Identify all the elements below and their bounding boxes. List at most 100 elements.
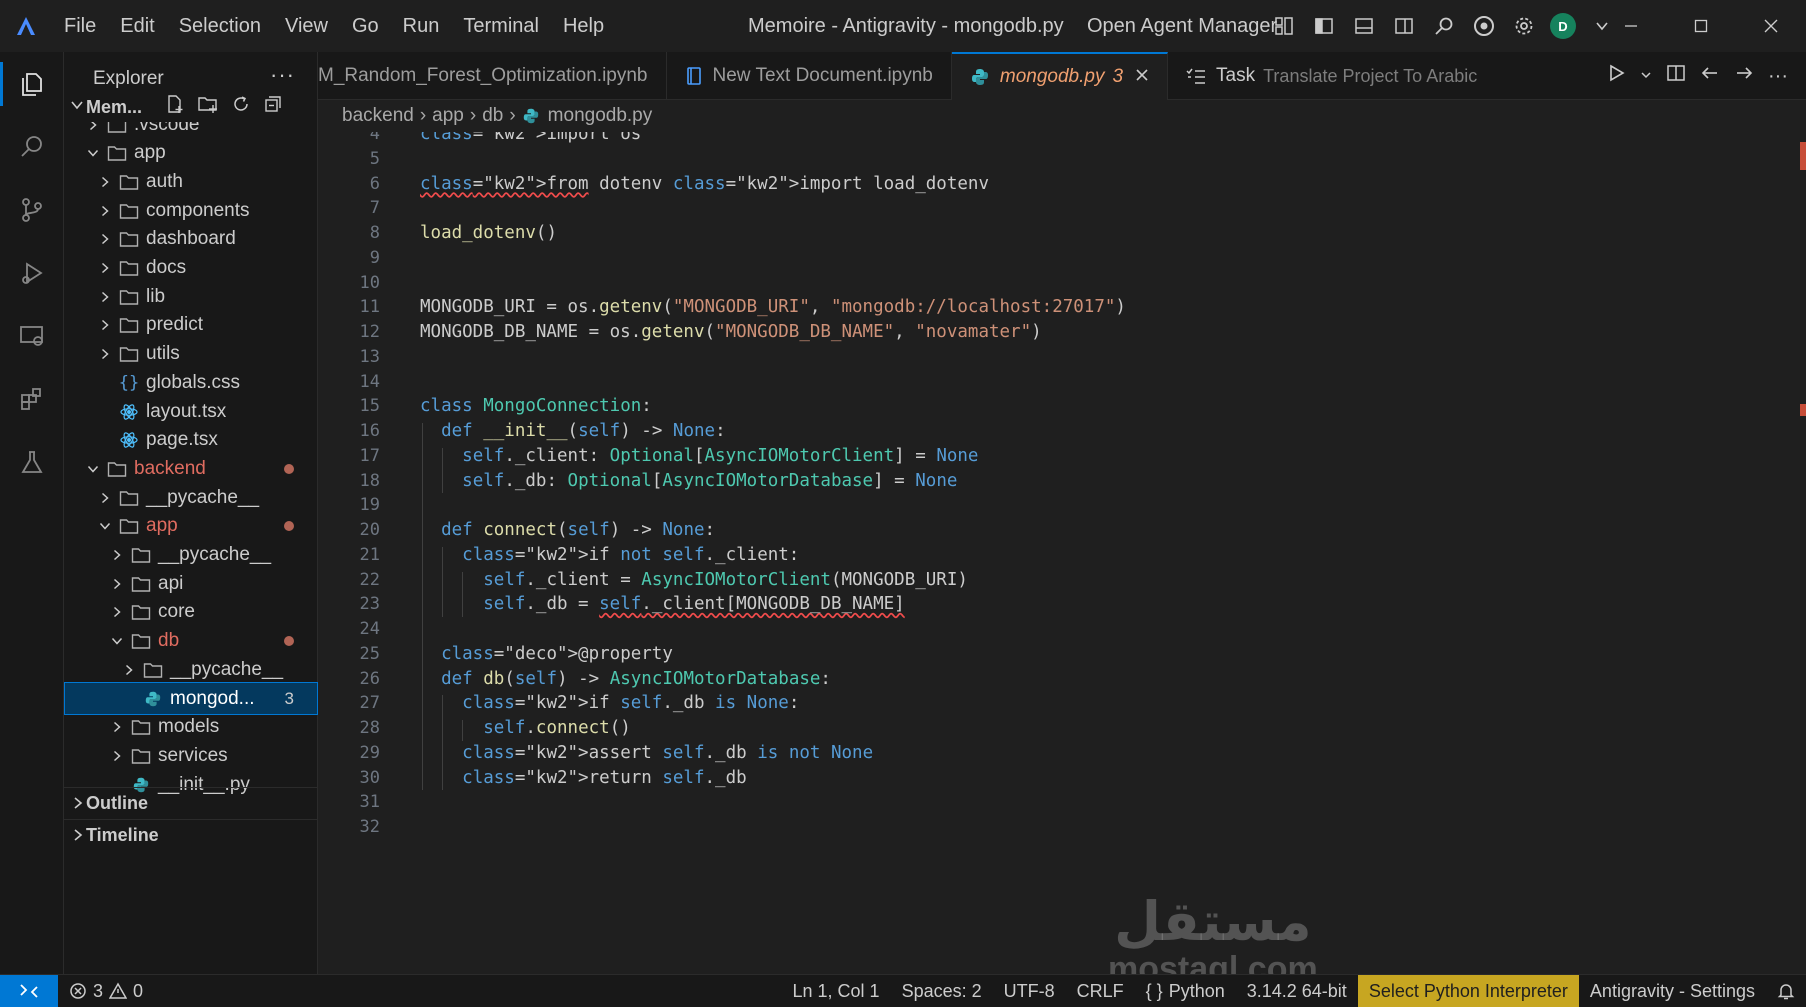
close-window-button[interactable] [1736,0,1806,52]
code-line[interactable]: self._db = self._client[MONGODB_DB_NAME] [420,594,904,614]
chevron-right-icon [96,319,114,331]
folder-icon [118,345,140,363]
more-actions-icon[interactable]: ··· [270,62,295,88]
cursor-position[interactable]: Ln 1, Col 1 [782,975,891,1007]
navigate-forward-icon[interactable] [1734,63,1754,89]
menu-terminal[interactable]: Terminal [451,0,551,52]
code-line[interactable]: def db(self) -> AsyncIOMotorDatabase: [420,669,831,689]
tab-new-text-document[interactable]: New Text Document.ipynb [667,52,952,100]
explorer-icon[interactable] [0,52,64,115]
chrome-icon[interactable] [1470,12,1498,40]
minimize-button[interactable] [1596,0,1666,52]
account-avatar[interactable]: D [1550,13,1576,39]
menu-go[interactable]: Go [340,0,391,52]
tree-item-label: __pycache__ [170,658,284,680]
code-line[interactable]: class="deco">@property [420,644,673,664]
antigravity-settings[interactable]: Antigravity - Settings [1579,975,1766,1007]
code-line[interactable]: class MongoConnection: [420,396,652,416]
breadcrumb-file[interactable]: mongodb.py [548,105,653,127]
maximize-button[interactable] [1666,0,1736,52]
indent-guide [462,720,463,741]
code-line[interactable]: self._client = AsyncIOMotorClient(MONGOD… [420,570,968,590]
line-number: 21 [359,544,380,565]
menu-bar: File Edit Selection View Go Run Terminal… [52,0,616,52]
chevron-down-icon[interactable] [1640,65,1652,87]
menu-run[interactable]: Run [391,0,452,52]
python-icon [142,690,164,708]
timeline-section[interactable]: Timeline [64,819,318,851]
testing-beaker-icon[interactable] [0,430,64,493]
menu-edit[interactable]: Edit [108,0,166,52]
python-version[interactable]: 3.14.2 64-bit [1236,975,1358,1007]
breadcrumb-backend[interactable]: backend [342,105,414,127]
run-debug-icon[interactable] [0,241,64,304]
code-line[interactable]: class="kw2">if not self._client: [420,545,799,565]
menu-file[interactable]: File [52,0,108,52]
code-line[interactable]: self.connect() [420,718,631,738]
code-line[interactable]: class="kw2">assert self._db is not None [420,743,873,763]
code-line[interactable]: class="kw2">if self._db is None: [420,693,799,713]
line-number: 8 [369,223,380,243]
breadcrumb-app[interactable]: app [432,105,464,127]
navigate-back-icon[interactable] [1700,63,1720,89]
encoding[interactable]: UTF-8 [993,975,1066,1007]
select-interpreter-button[interactable]: Select Python Interpreter [1357,974,1579,1007]
menu-help[interactable]: Help [551,0,616,52]
split-editor-icon[interactable] [1666,63,1686,89]
close-tab-icon[interactable] [1135,66,1149,88]
extensions-icon[interactable] [0,367,64,430]
explorer-title: Explorer [93,68,164,89]
scrollbar[interactable] [1790,132,1806,974]
code-line[interactable]: def connect(self) -> None: [420,520,715,540]
refresh-icon[interactable] [231,94,251,120]
more-actions-icon[interactable]: ··· [1768,65,1788,88]
mostaql-watermark: مستقل mostaql.com [1108,892,1318,974]
code-line[interactable]: load_dotenv() [420,223,557,243]
line-number: 25 [359,643,380,664]
source-control-icon[interactable] [0,178,64,241]
code-line[interactable]: self._db: Optional[AsyncIOMotorDatabase]… [420,471,957,491]
toggle-primary-sidebar-icon[interactable] [1310,12,1338,40]
menu-selection[interactable]: Selection [167,0,273,52]
notifications-bell-icon[interactable] [1766,982,1806,1000]
language-mode[interactable]: { } Python [1135,975,1236,1007]
code-editor[interactable]: 4 5 6 7 8 9 10 11 12 13 14 15 16 17 18 19 20 21 22 23 24 25 26… [318,132,1806,974]
layout-customize-icon[interactable] [1270,12,1298,40]
toggle-panel-icon[interactable] [1350,12,1378,40]
tree-item-label: predict [146,314,204,336]
code-line[interactable]: def __init__(self) -> None: [420,421,726,441]
tab-task[interactable]: Task Translate Project To Arabic [1168,52,1495,100]
code-line[interactable]: MONGODB_URI = os.getenv("MONGODB_URI", "… [420,297,1126,317]
remote-window-icon[interactable] [0,974,58,1007]
search-icon[interactable] [1430,12,1458,40]
line-number: 14 [359,371,380,392]
search-icon[interactable] [0,115,64,178]
remote-explorer-icon[interactable] [0,304,64,367]
chevron-right-icon [84,122,102,131]
run-icon[interactable] [1606,63,1626,89]
collapse-all-icon[interactable] [263,94,283,120]
tab-mongodb-py[interactable]: mongodb.py 3 [951,52,1169,100]
code-line[interactable]: MONGODB_DB_NAME = os.getenv("MONGODB_DB_… [420,322,1042,342]
code-line[interactable]: class="kw2">from dotenv class="kw2">impo… [420,174,989,194]
open-agent-manager-button[interactable]: Open Agent Manager [1087,0,1277,52]
python-icon [970,67,990,87]
outline-section[interactable]: Outline [64,787,318,819]
tab-random-forest-notebook[interactable]: M_Random_Forest_Optimization.ipynb [318,52,667,100]
code-line[interactable]: self._client: Optional[AsyncIOMotorClien… [420,446,978,466]
problems-count-badge: 3 [284,688,294,708]
new-folder-icon[interactable] [197,94,219,120]
breadcrumb-db[interactable]: db [482,105,503,127]
tree-item-label: lib [146,285,166,307]
new-file-icon[interactable] [165,94,185,120]
antigravity-logo-icon[interactable] [0,0,52,52]
problems-indicator[interactable]: 3 0 [58,975,154,1007]
code-line[interactable]: class="kw2">return self._db [420,768,747,788]
menu-view[interactable]: View [273,0,340,52]
gear-icon[interactable] [1510,12,1538,40]
end-of-line[interactable]: CRLF [1066,975,1135,1007]
toggle-secondary-sidebar-icon[interactable] [1390,12,1418,40]
indentation[interactable]: Spaces: 2 [891,975,993,1007]
code-line[interactable]: class="kw2">import os [420,132,641,144]
workspace-folder-header[interactable]: Mem... [64,92,318,122]
